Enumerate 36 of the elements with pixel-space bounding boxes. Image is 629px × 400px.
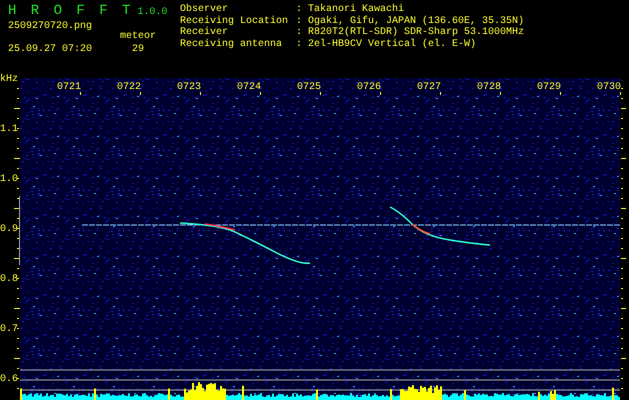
frequency-label: 0.8: [0, 274, 18, 286]
app-version: 1.0.0: [137, 7, 168, 18]
info-value: 2el-HB9CV Vertical (el. E-W): [308, 38, 476, 50]
file-name: 2509270720.png: [8, 20, 94, 32]
time-label: 0729: [537, 82, 562, 94]
unit-label: kHz: [0, 74, 18, 86]
time-label: 0730: [597, 82, 622, 94]
frequency-label: 1.0: [0, 174, 18, 186]
info-value: Takanori Kawachi: [308, 4, 404, 16]
app-title: H R O F F T: [8, 4, 134, 18]
meteor-count: 29: [132, 44, 144, 56]
date-time: 25.09.27 07:20: [8, 44, 94, 56]
info-colon: :: [296, 4, 304, 16]
time-label: 0727: [417, 82, 442, 94]
time-label: 0725: [297, 82, 322, 94]
frequency-label: 0.7: [0, 324, 18, 336]
info-colon: :: [296, 27, 304, 38]
info-colon: :: [296, 16, 304, 27]
frequency-label: 0.6: [0, 374, 18, 386]
time-label: 0728: [477, 82, 502, 94]
info-label: Receiving Location: [180, 16, 290, 26]
info-colon: :: [296, 38, 304, 50]
info-value: R820T2(RTL-SDR) SDR-Sharp 53.1000MHz: [308, 27, 524, 38]
time-label: 0724: [237, 82, 262, 94]
time-label: 0722: [117, 82, 142, 94]
frequency-label: 0.9: [0, 224, 18, 236]
info-label: Receiver: [180, 27, 230, 38]
time-label: 0726: [357, 82, 382, 94]
frequency-label: 1.1: [0, 124, 18, 136]
time-label: 0721: [57, 82, 82, 94]
info-label: Receiving antenna: [180, 38, 284, 50]
time-label: 0723: [177, 82, 202, 94]
info-value: Ogaki, Gifu, JAPAN (136.60E, 35.35N): [308, 16, 524, 26]
range-marker: [19, 196, 20, 265]
meteor-label: meteor: [120, 30, 156, 42]
info-label: Observer: [180, 4, 230, 16]
